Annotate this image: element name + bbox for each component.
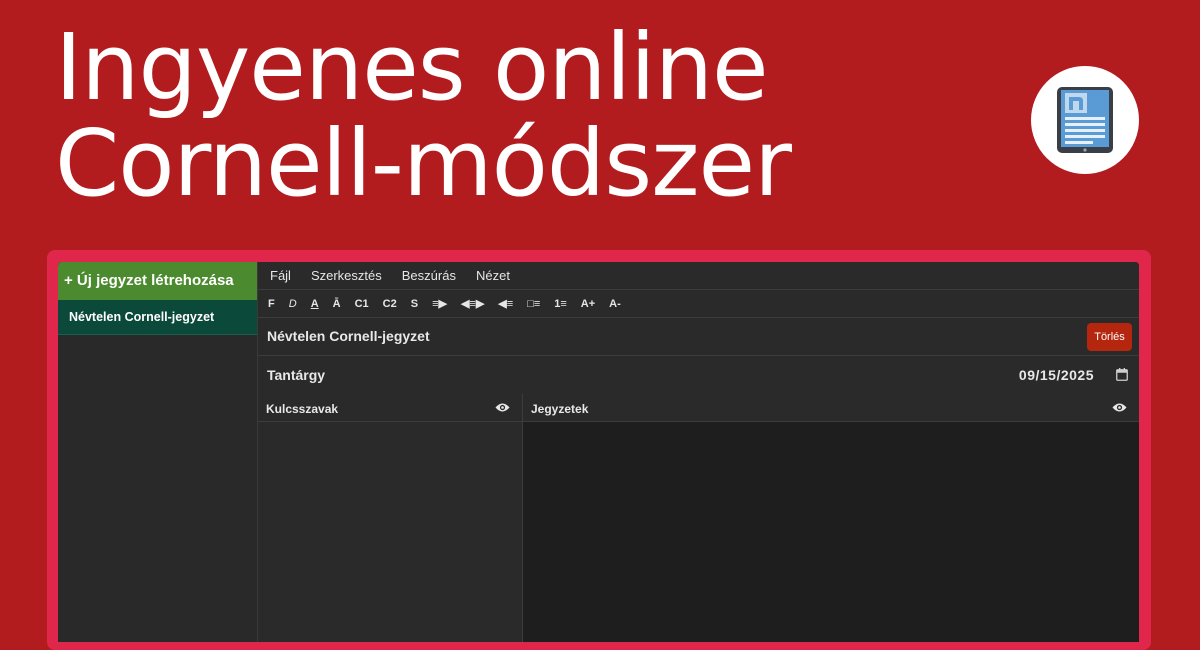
ebook-tablet-icon (1057, 87, 1113, 153)
keywords-label: Kulcsszavak (266, 402, 339, 416)
subject-field[interactable]: Tantárgy (267, 367, 325, 383)
notes-header: Jegyzetek (523, 394, 1139, 422)
note-title-row: Névtelen Cornell-jegyzet Törlés (258, 318, 1139, 356)
notes-label: Jegyzetek (531, 402, 589, 416)
delete-button[interactable]: Törlés (1087, 323, 1132, 351)
strikethrough-button[interactable]: Ā (333, 298, 341, 310)
bold-button[interactable]: F (268, 298, 275, 310)
subject-row: Tantárgy 09/15/2025 (258, 356, 1139, 395)
calendar-icon[interactable] (1116, 368, 1128, 386)
paragraph-button[interactable]: S (411, 298, 418, 310)
eye-icon[interactable] (1112, 400, 1127, 418)
font-decrease-button[interactable]: A- (609, 298, 621, 310)
italic-button[interactable]: D (289, 298, 297, 310)
indent-button[interactable]: ≡▶ (432, 297, 447, 310)
sidebar-note-item[interactable]: Névtelen Cornell-jegyzet (58, 300, 257, 335)
menu-view[interactable]: Nézet (476, 268, 510, 283)
numbered-list-button[interactable]: 1≡ (554, 298, 567, 310)
notes-column: Jegyzetek (523, 394, 1139, 642)
menu-edit[interactable]: Szerkesztés (311, 268, 382, 283)
sidebar: + Új jegyzet létrehozása Névtelen Cornel… (58, 262, 258, 642)
underline-button[interactable]: A (311, 298, 319, 310)
format-toolbar: F D A Ā C1 C2 S ≡▶ ◀≡▶ ◀≡ □≡ 1≡ A+ A- (258, 290, 1139, 318)
hero-title: Ingyenes online Cornell-módszer (55, 14, 792, 217)
heading1-button[interactable]: C1 (355, 298, 369, 310)
menu-insert[interactable]: Beszúrás (402, 268, 456, 283)
keywords-header: Kulcsszavak (258, 394, 522, 422)
hero-title-line2: Cornell-módszer (55, 110, 792, 217)
bullet-list-button[interactable]: □≡ (527, 298, 540, 310)
keywords-editor[interactable] (258, 422, 522, 642)
app-logo (1031, 66, 1139, 174)
heading2-button[interactable]: C2 (383, 298, 397, 310)
date-field[interactable]: 09/15/2025 (1019, 367, 1094, 383)
outdent-button[interactable]: ◀≡ (498, 297, 513, 310)
cornell-app-window: + Új jegyzet létrehozása Névtelen Cornel… (58, 262, 1139, 642)
editor-panel: Fájl Szerkesztés Beszúrás Nézet F D A Ā … (258, 262, 1139, 642)
cornell-columns: Kulcsszavak Jegyzetek (258, 394, 1139, 642)
note-title[interactable]: Névtelen Cornell-jegyzet (267, 328, 430, 344)
menubar: Fájl Szerkesztés Beszúrás Nézet (258, 262, 1139, 290)
new-note-button[interactable]: + Új jegyzet létrehozása (58, 262, 257, 300)
hero-title-line1: Ingyenes online (55, 14, 769, 121)
font-increase-button[interactable]: A+ (581, 298, 595, 310)
align-center-button[interactable]: ◀≡▶ (461, 297, 484, 310)
keywords-column: Kulcsszavak (258, 394, 523, 642)
menu-file[interactable]: Fájl (270, 268, 291, 283)
notes-editor[interactable] (523, 422, 1139, 642)
eye-icon[interactable] (495, 400, 510, 418)
